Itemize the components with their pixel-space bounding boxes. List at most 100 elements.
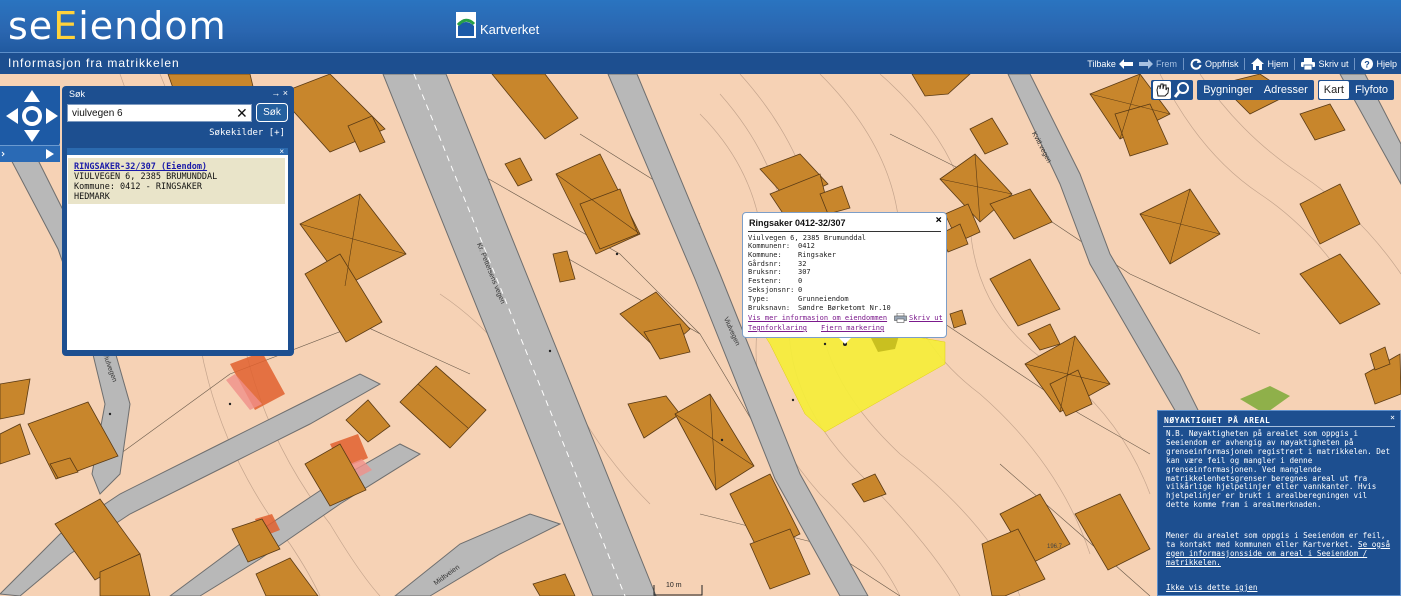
property-fields: Kommunenr: 0412 Kommune: Ringsaker Gårdsnr: 3…	[748, 242, 891, 312]
refresh-label: Oppfrisk	[1204, 59, 1239, 69]
map-basemap-button[interactable]: Kart	[1318, 81, 1349, 99]
result-county: HEDMARK	[74, 192, 110, 202]
notice-paragraph-text: Mener du arealet som oppgis i Seeiendom …	[1166, 531, 1386, 549]
popup-pointer	[839, 338, 851, 344]
clear-search-icon[interactable]: ✕	[236, 105, 248, 121]
pan-slider[interactable]	[0, 145, 60, 162]
result-address: VIULVEGEN 6, 2385 BRUMUNDDAL	[74, 172, 218, 182]
property-field-key: Bruksnr:	[748, 268, 782, 277]
zoom-icon[interactable]	[1173, 81, 1191, 99]
scale-label: 10 m	[666, 582, 682, 589]
popup-divider	[748, 231, 941, 232]
toolbar-divider	[1354, 58, 1356, 70]
logo-text-accent: E	[53, 4, 79, 48]
app-logo[interactable]: seEiendom	[8, 4, 227, 48]
remove-marking-link[interactable]: Fjern markering	[821, 324, 884, 332]
partner-name: Kartverket	[480, 22, 540, 37]
svg-text:?: ?	[1365, 60, 1371, 70]
logo-text-post: iendom	[78, 4, 227, 48]
notice-close-icon[interactable]: ×	[1390, 413, 1395, 422]
layer-toggles: Bygninger Adresser	[1197, 80, 1314, 100]
property-field-row: Bruksnr: 307	[748, 268, 891, 277]
property-field-row: Type: Grunneiendom	[748, 295, 891, 304]
base-map-toggles: Kart Flyfoto	[1317, 80, 1394, 100]
close-results-icon[interactable]: ×	[279, 147, 284, 156]
toolbar-divider	[1294, 58, 1296, 70]
property-field-key: Gårdsnr:	[748, 259, 782, 268]
popup-print-link[interactable]: Skriv ut	[894, 313, 943, 323]
popup-title: Ringsaker 0412-32/307	[749, 218, 846, 228]
refresh-button[interactable]: Oppfrisk	[1190, 58, 1239, 70]
search-panel-title: Søk	[69, 89, 86, 99]
home-button[interactable]: Hjem	[1251, 58, 1288, 70]
property-field-value: Søndre Børketomt Nr.10	[798, 303, 891, 312]
help-icon: ?	[1361, 58, 1374, 70]
more-info-link[interactable]: Vis mer informasjon om eiendommen	[748, 314, 887, 322]
printer-icon	[894, 313, 907, 323]
popup-print-label: Skriv ut	[909, 314, 943, 322]
property-field-value: 0	[798, 277, 803, 286]
property-field-key: Kommune:	[748, 250, 782, 259]
elevation-label: 196.7	[1047, 544, 1063, 550]
scale-bar: 10 m	[653, 582, 703, 596]
sub-header: Informasjon fra matrikkelen Tilbake Frem…	[0, 52, 1401, 74]
notice-paragraph: Mener du arealet som oppgis i Seeiendom …	[1166, 531, 1394, 568]
area-accuracy-notice: NØYAKTIGHET PÅ AREAL × N.B. Nøyaktighete…	[1157, 410, 1401, 596]
search-result-item[interactable]: RINGSAKER-32/307 (Eiendom) VIULVEGEN 6, …	[68, 158, 285, 204]
property-field-key: Festenr:	[748, 277, 782, 286]
notice-title: NØYAKTIGHET PÅ AREAL	[1164, 416, 1271, 425]
dont-show-again-link[interactable]: Ikke vis dette igjen	[1166, 583, 1257, 592]
property-field-value: 307	[798, 268, 811, 277]
result-link[interactable]: RINGSAKER-32/307 (Eiendom)	[74, 162, 279, 172]
property-field-value: 32	[798, 259, 807, 268]
buildings-layer-toggle[interactable]: Bygninger	[1198, 81, 1258, 99]
property-field-value: 0412	[798, 242, 815, 250]
notice-divider	[1163, 426, 1395, 427]
search-sources-toggle[interactable]: Søkekilder [+]	[209, 128, 285, 138]
back-label: Tilbake	[1087, 59, 1116, 69]
refresh-icon	[1190, 58, 1202, 70]
app-header: seEiendom Kartverket	[0, 0, 1401, 52]
aerial-basemap-button[interactable]: Flyfoto	[1349, 81, 1393, 99]
help-label: Hjelp	[1376, 59, 1397, 69]
legend-link[interactable]: Tegnforklaring	[748, 324, 807, 332]
addresses-layer-toggle[interactable]: Adresser	[1258, 81, 1313, 99]
search-button[interactable]: Søk	[256, 103, 288, 122]
popup-close-icon[interactable]: ×	[935, 213, 942, 226]
pan-control[interactable]	[0, 86, 60, 148]
print-button[interactable]: Skriv ut	[1301, 58, 1348, 70]
search-panel-window-controls[interactable]: → ×	[271, 88, 288, 98]
home-icon	[1251, 58, 1265, 70]
notice-paragraph: N.B. Nøyaktigheten på arealet som oppgis…	[1166, 429, 1391, 510]
forward-button[interactable]: Frem	[1138, 59, 1177, 69]
property-field-key: Type:	[748, 294, 770, 303]
home-label: Hjem	[1267, 59, 1289, 69]
property-field-value: Ringsaker	[798, 250, 836, 259]
page-subtitle: Informasjon fra matrikkelen	[8, 56, 180, 70]
back-button[interactable]: Tilbake	[1087, 59, 1133, 69]
print-label: Skriv ut	[1318, 59, 1349, 69]
map-tools	[1151, 80, 1194, 100]
help-button[interactable]: ? Hjelp	[1361, 58, 1397, 70]
search-results: × RINGSAKER-32/307 (Eiendom) VIULVEGEN 6…	[67, 147, 288, 350]
property-field-key: Kommunenr:	[748, 242, 791, 250]
pan-arrows-icon	[6, 90, 58, 142]
search-input[interactable]	[67, 104, 252, 122]
map-view[interactable]: Kr. Pettersens vegen Viulvegen Kvitl.veg…	[0, 74, 1401, 596]
pan-slider-icon	[1, 149, 54, 159]
property-field-row: Bruksnavn: Søndre Børketomt Nr.10	[748, 304, 891, 313]
pan-hand-icon[interactable]	[1153, 81, 1172, 99]
property-field-value: Grunneiendom	[798, 294, 849, 303]
arrow-right-icon	[1138, 59, 1153, 69]
property-field-key: Seksjonsnr:	[748, 285, 795, 294]
property-field-row: Seksjonsnr: 0	[748, 286, 891, 295]
property-field-key: Bruksnavn:	[748, 303, 791, 312]
kartverket-logo-icon	[456, 12, 476, 38]
result-municipality: Kommune: 0412 - RINGSAKER	[74, 182, 202, 192]
property-popup: Ringsaker 0412-32/307 × Viulvegen 6, 238…	[742, 212, 947, 344]
logo-text-pre: se	[8, 4, 54, 48]
arrow-left-icon	[1118, 59, 1133, 69]
property-field-value: 0	[798, 285, 803, 294]
toolbar-divider	[1244, 58, 1246, 70]
toolbar: Tilbake Frem Oppfrisk Hjem Skriv ut ? Hj…	[1087, 56, 1397, 72]
